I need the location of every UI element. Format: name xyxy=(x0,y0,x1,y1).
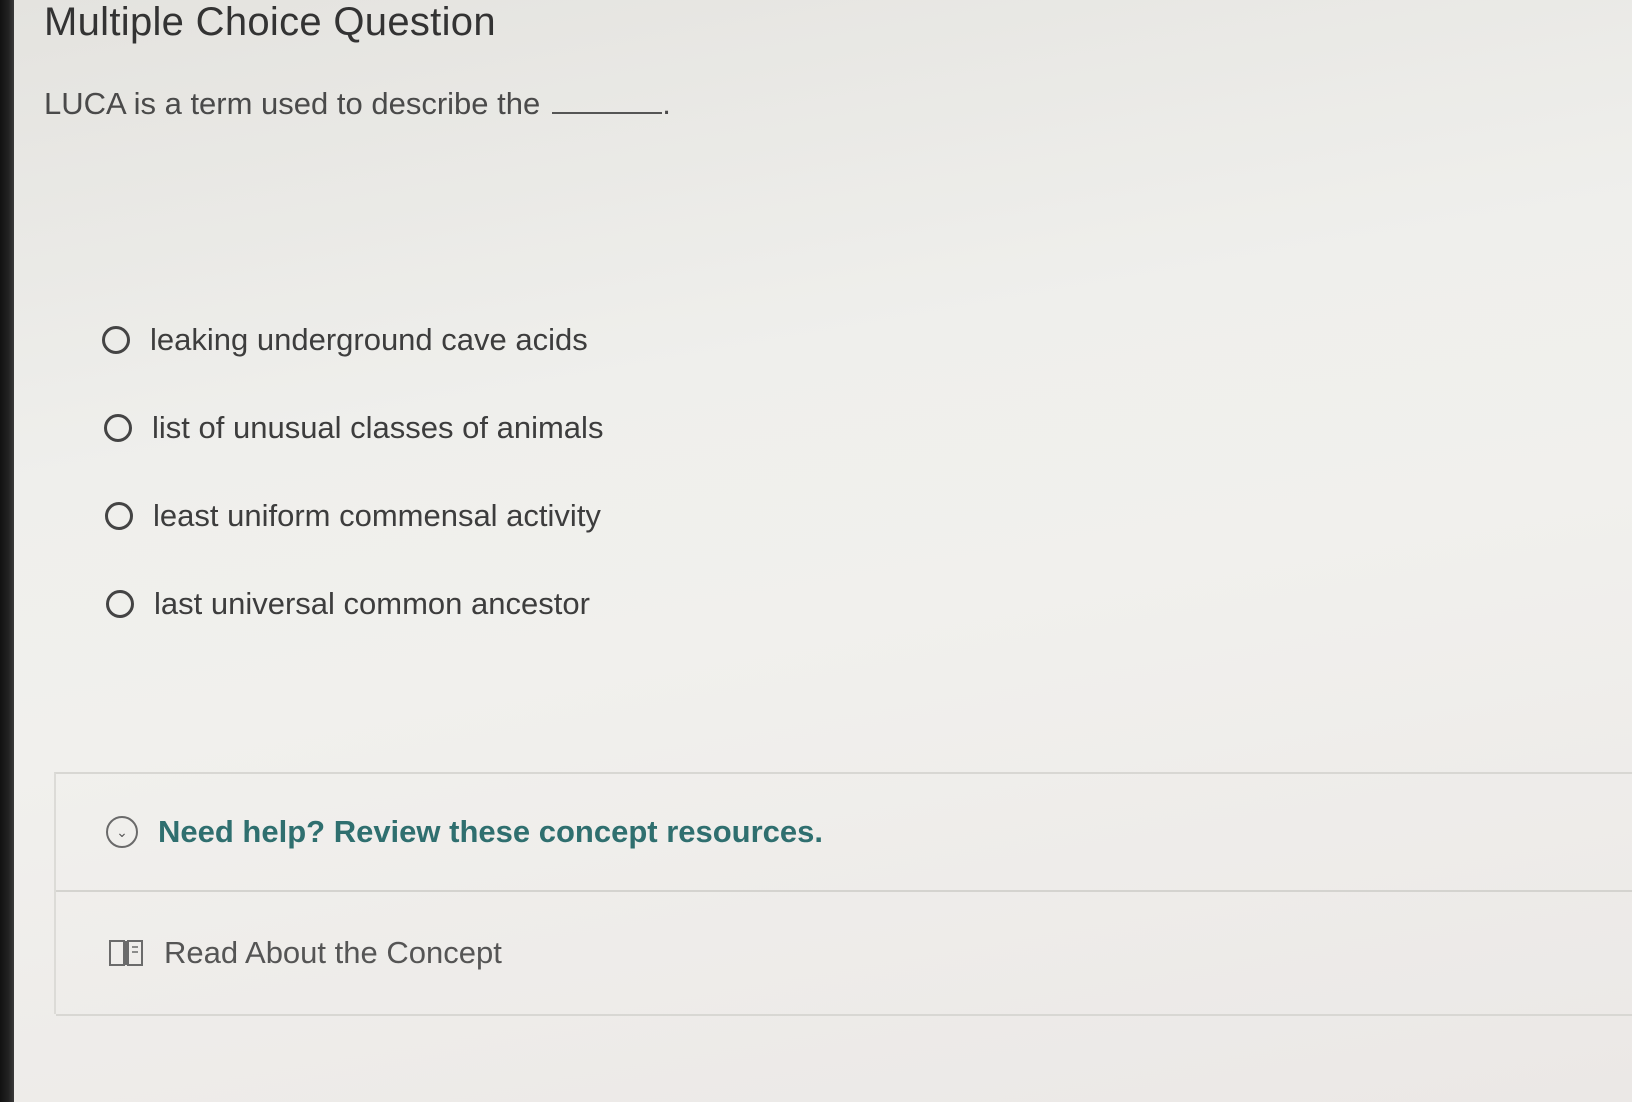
option-label: least uniform commensal activity xyxy=(153,498,601,533)
question-prompt-text: LUCA is a term used to describe the xyxy=(44,86,541,121)
option-label: leaking underground cave acids xyxy=(150,322,588,357)
option-label: list of unusual classes of animals xyxy=(152,410,604,445)
resource-link-read-concept[interactable]: Read About the Concept xyxy=(56,892,1632,1016)
answer-blank xyxy=(552,112,663,114)
radio-button[interactable] xyxy=(106,590,134,618)
book-icon xyxy=(109,940,143,966)
radio-button[interactable] xyxy=(105,502,133,530)
question-prompt: LUCA is a term used to describe the. xyxy=(44,86,671,122)
concept-resources-panel: ⌄ Need help? Review these concept resour… xyxy=(54,772,1632,1016)
answer-options: leaking underground cave acids list of u… xyxy=(102,296,603,648)
resource-label[interactable]: Read About the Concept xyxy=(164,935,502,971)
question-type-heading: Multiple Choice Question xyxy=(44,0,496,44)
answer-option[interactable]: list of unusual classes of animals xyxy=(104,384,603,472)
prompt-period: . xyxy=(662,86,671,121)
help-toggle[interactable]: ⌄ Need help? Review these concept resour… xyxy=(56,774,1632,892)
answer-option[interactable]: last universal common ancestor xyxy=(106,560,603,648)
radio-button[interactable] xyxy=(102,326,130,354)
screen-bezel xyxy=(0,0,14,1102)
answer-option[interactable]: least uniform commensal activity xyxy=(105,472,603,560)
answer-option[interactable]: leaking underground cave acids xyxy=(102,296,603,384)
option-label: last universal common ancestor xyxy=(154,586,590,621)
radio-button[interactable] xyxy=(104,414,132,442)
chevron-down-circle-icon[interactable]: ⌄ xyxy=(106,816,138,848)
question-page: Multiple Choice Question LUCA is a term … xyxy=(14,0,1632,1102)
help-title[interactable]: Need help? Review these concept resource… xyxy=(158,814,823,850)
